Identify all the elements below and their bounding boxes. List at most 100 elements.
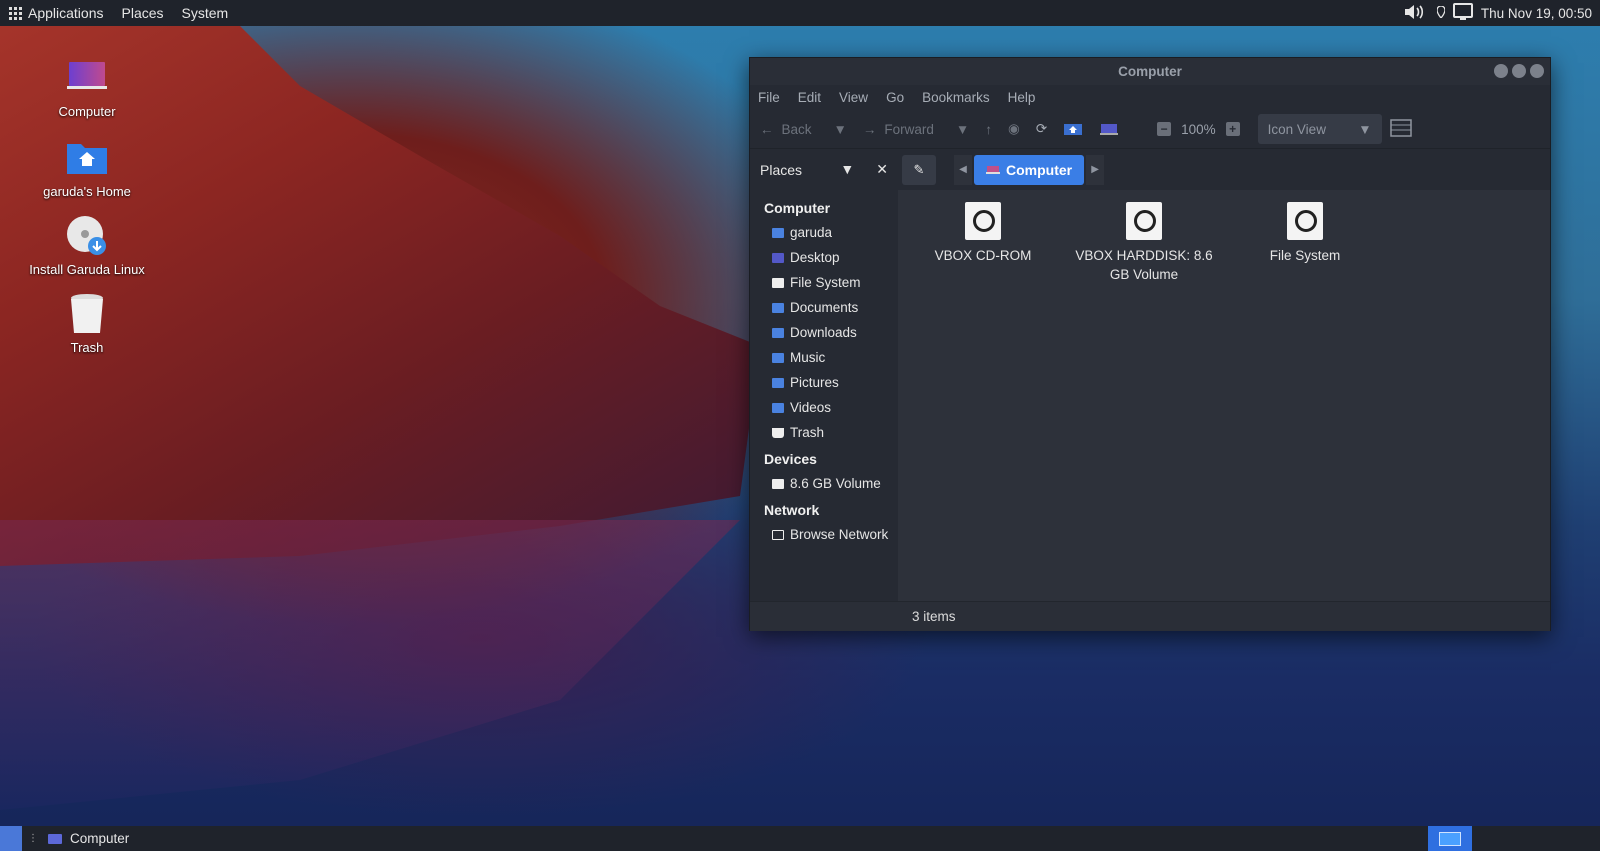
- computer-icon: [986, 162, 1000, 178]
- sidebar: Computer garuda Desktop File System Docu…: [750, 190, 898, 601]
- pathbar-row: Places ▼ ✕ ✎ ◀ Computer ▶: [750, 148, 1550, 190]
- back-button[interactable]: ← Back ▼: [760, 122, 847, 137]
- pictures-folder-icon: [772, 377, 784, 388]
- volume-icon[interactable]: [1403, 3, 1429, 24]
- sidebar-item-filesystem[interactable]: File System: [750, 270, 898, 295]
- downloads-folder-icon: [772, 327, 784, 338]
- file-view[interactable]: VBOX CD-ROM VBOX HARDDISK: 8.6 GB Volume…: [898, 190, 1550, 601]
- sidebar-item-label: 8.6 GB Volume: [790, 476, 881, 491]
- desktop-icon-trash[interactable]: Trash: [22, 292, 152, 355]
- chevron-down-icon[interactable]: ▼: [956, 122, 969, 137]
- sidebar-item-videos[interactable]: Videos: [750, 395, 898, 420]
- sidebar-item-browse-network[interactable]: Browse Network: [750, 522, 898, 547]
- workspace-switcher[interactable]: [1428, 826, 1472, 851]
- chevron-down-icon[interactable]: ▼: [834, 122, 847, 137]
- sidebar-item-label: Music: [790, 350, 826, 365]
- forward-label: Forward: [884, 121, 934, 137]
- sidebar-item-desktop[interactable]: Desktop: [750, 245, 898, 270]
- desktop-icon-computer[interactable]: Computer: [22, 56, 152, 119]
- file-label-line2: GB Volume: [1109, 267, 1179, 282]
- show-desktop-button[interactable]: [0, 826, 22, 851]
- breadcrumb-computer[interactable]: Computer: [974, 154, 1085, 185]
- places-menu[interactable]: Places: [113, 0, 173, 26]
- sidebar-section-computer: Computer: [764, 200, 831, 216]
- sidebar-item-downloads[interactable]: Downloads: [750, 320, 898, 345]
- view-mode-select[interactable]: Icon View ▼: [1257, 114, 1382, 144]
- documents-folder-icon: [772, 302, 784, 313]
- trash-icon: [65, 292, 109, 336]
- home-icon[interactable]: [1063, 122, 1083, 136]
- places-selector[interactable]: Places ▼ ✕: [750, 161, 898, 178]
- system-menu[interactable]: System: [173, 0, 238, 26]
- location-bar-toggle-icon[interactable]: [1389, 118, 1412, 140]
- drive-icon: [772, 478, 784, 489]
- drive-icon: [1287, 202, 1323, 240]
- workspace-1[interactable]: [1439, 831, 1461, 846]
- bottom-panel: ⋮ Computer: [0, 826, 1600, 851]
- desktop-icon-label: Install Garuda Linux: [29, 262, 145, 277]
- clock[interactable]: Thu Nov 19, 00:50: [1481, 6, 1592, 21]
- sidebar-item-documents[interactable]: Documents: [750, 295, 898, 320]
- pencil-icon: ✎: [913, 161, 925, 177]
- close-button[interactable]: [1530, 64, 1544, 78]
- desktop-icon-label: Computer: [58, 104, 116, 119]
- desktop-icon-install[interactable]: Install Garuda Linux: [22, 214, 152, 277]
- zoom-level: 100%: [1181, 121, 1216, 137]
- sidebar-item-label: Browse Network: [790, 527, 889, 542]
- sidebar-item-label: Downloads: [790, 325, 857, 340]
- minimize-button[interactable]: [1494, 64, 1508, 78]
- close-sidebar-icon[interactable]: ✕: [876, 161, 888, 178]
- menubar: File Edit View Go Bookmarks Help: [750, 85, 1550, 110]
- location-icon[interactable]: [1436, 5, 1446, 21]
- window-titlebar[interactable]: Computer: [750, 58, 1550, 85]
- arrow-up-icon[interactable]: ↑: [985, 122, 992, 137]
- network-icon: [772, 529, 784, 540]
- menu-edit[interactable]: Edit: [798, 90, 821, 105]
- menu-file[interactable]: File: [758, 90, 780, 105]
- menu-bookmarks[interactable]: Bookmarks: [922, 90, 990, 105]
- zoom-out-icon[interactable]: −: [1157, 122, 1172, 136]
- applications-menu[interactable]: Applications: [0, 0, 113, 26]
- computer-icon[interactable]: [1099, 122, 1119, 136]
- stop-icon[interactable]: ◉: [1008, 121, 1020, 137]
- music-folder-icon: [772, 352, 784, 363]
- chevron-down-icon[interactable]: ▼: [840, 161, 854, 178]
- sidebar-item-garuda[interactable]: garuda: [750, 220, 898, 245]
- sidebar-item-trash[interactable]: Trash: [750, 420, 898, 445]
- trash-icon: [772, 427, 784, 438]
- sidebar-item-volume[interactable]: 8.6 GB Volume: [750, 471, 898, 496]
- maximize-button[interactable]: [1512, 64, 1526, 78]
- file-item-harddisk[interactable]: VBOX HARDDISK: 8.6 GB Volume: [1069, 202, 1219, 284]
- drag-handle-icon[interactable]: ⋮: [28, 833, 38, 844]
- breadcrumb-left-arrow[interactable]: ◀: [954, 154, 972, 185]
- arrow-right-icon: →: [862, 121, 877, 137]
- system-menu-label: System: [181, 5, 229, 21]
- sidebar-item-label: garuda: [790, 225, 833, 240]
- menu-go[interactable]: Go: [886, 90, 904, 105]
- network-icon[interactable]: [1452, 2, 1473, 24]
- sidebar-item-pictures[interactable]: Pictures: [750, 370, 898, 395]
- breadcrumb-label: Computer: [1006, 161, 1073, 178]
- back-label: Back: [781, 121, 812, 137]
- menu-view[interactable]: View: [839, 90, 868, 105]
- sidebar-item-label: File System: [790, 275, 861, 290]
- breadcrumb-right-arrow[interactable]: ▶: [1086, 154, 1105, 185]
- file-label: File System: [1269, 248, 1341, 263]
- sidebar-section-network: Network: [764, 502, 820, 518]
- system-tray: Thu Nov 19, 00:50: [1403, 2, 1600, 24]
- sidebar-item-music[interactable]: Music: [750, 345, 898, 370]
- reload-icon[interactable]: ⟳: [1036, 121, 1047, 137]
- desktop-icon-home[interactable]: garuda's Home: [22, 136, 152, 199]
- taskbar-item-computer[interactable]: Computer: [38, 831, 129, 846]
- file-item-cdrom[interactable]: VBOX CD-ROM: [908, 202, 1058, 265]
- optical-drive-icon: [965, 202, 1001, 240]
- menu-help[interactable]: Help: [1008, 90, 1036, 105]
- zoom-in-icon[interactable]: +: [1225, 122, 1240, 136]
- edit-location-button[interactable]: ✎: [902, 154, 936, 185]
- desktop-icon-label: garuda's Home: [43, 184, 131, 199]
- home-icon: [772, 227, 784, 238]
- sidebar-item-label: Trash: [790, 425, 825, 440]
- forward-button[interactable]: → Forward ▼: [863, 122, 969, 137]
- sidebar-item-label: Documents: [790, 300, 859, 315]
- file-item-filesystem[interactable]: File System: [1230, 202, 1380, 265]
